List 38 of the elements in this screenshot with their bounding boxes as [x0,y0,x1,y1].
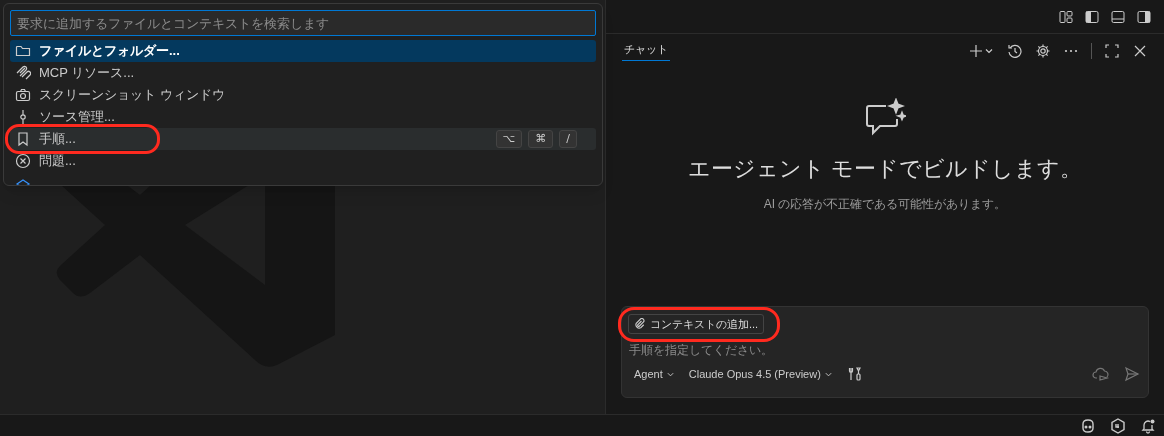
cloud-send-icon[interactable] [1092,366,1110,383]
layout-icon[interactable] [1058,8,1074,25]
close-icon[interactable] [1132,43,1148,59]
mode-dropdown[interactable]: Agent [634,366,675,383]
model-dropdown[interactable]: Claude Opus 4.5 (Preview) [688,366,833,383]
history-icon[interactable] [1007,43,1023,59]
toggle-sidebar-icon[interactable] [1084,8,1100,25]
quick-pick-item[interactable]: スクリーンショット ウィンドウ [10,84,596,106]
copilot-icon[interactable] [1080,417,1096,434]
keybinding-key: ⌘ [528,130,554,148]
notification-bell-icon[interactable] [1140,417,1156,434]
search-field[interactable]: 要求に追加するファイルとコンテキストを検索します [10,10,596,36]
quick-pick-item[interactable]: ファイルとフォルダー... [10,40,596,62]
toggle-secondary-sidebar-icon[interactable] [1136,8,1152,25]
tools-icon[interactable] [846,366,863,383]
chat-tab[interactable]: チャット [622,40,670,62]
paperclip-icon [634,318,646,330]
quick-pick-item[interactable]: 問題... [10,150,596,172]
new-chat-icon[interactable] [969,43,995,59]
send-icon[interactable] [1124,366,1140,383]
chat-input-field[interactable]: 手順を指定してください。 [628,340,1142,360]
maximize-icon[interactable] [1104,43,1120,59]
keybinding-key: ⌥ [495,130,523,148]
chat-sparkle-icon [864,98,906,138]
mcp-icon [15,65,31,81]
error-circle-icon [15,153,31,169]
disclaimer-text: AI の応答が不正確である可能性があります。 [763,196,1007,213]
toggle-panel-icon[interactable] [1110,8,1126,25]
bookmark-icon [15,131,31,147]
add-context-button[interactable]: コンテキストの追加... [628,314,765,334]
keybinding-key: / [559,130,577,148]
quick-pick-item[interactable]: ソース管理... [10,106,596,128]
settings-icon[interactable] [1035,43,1051,59]
camera-icon [15,87,31,103]
hexagon-badge-icon[interactable] [1110,417,1126,434]
quick-pick-item[interactable]: MCP リソース... [10,62,596,84]
empty-state-heading: エージェント モードでビルドします。 [687,155,1083,183]
folder-icon [15,43,31,59]
